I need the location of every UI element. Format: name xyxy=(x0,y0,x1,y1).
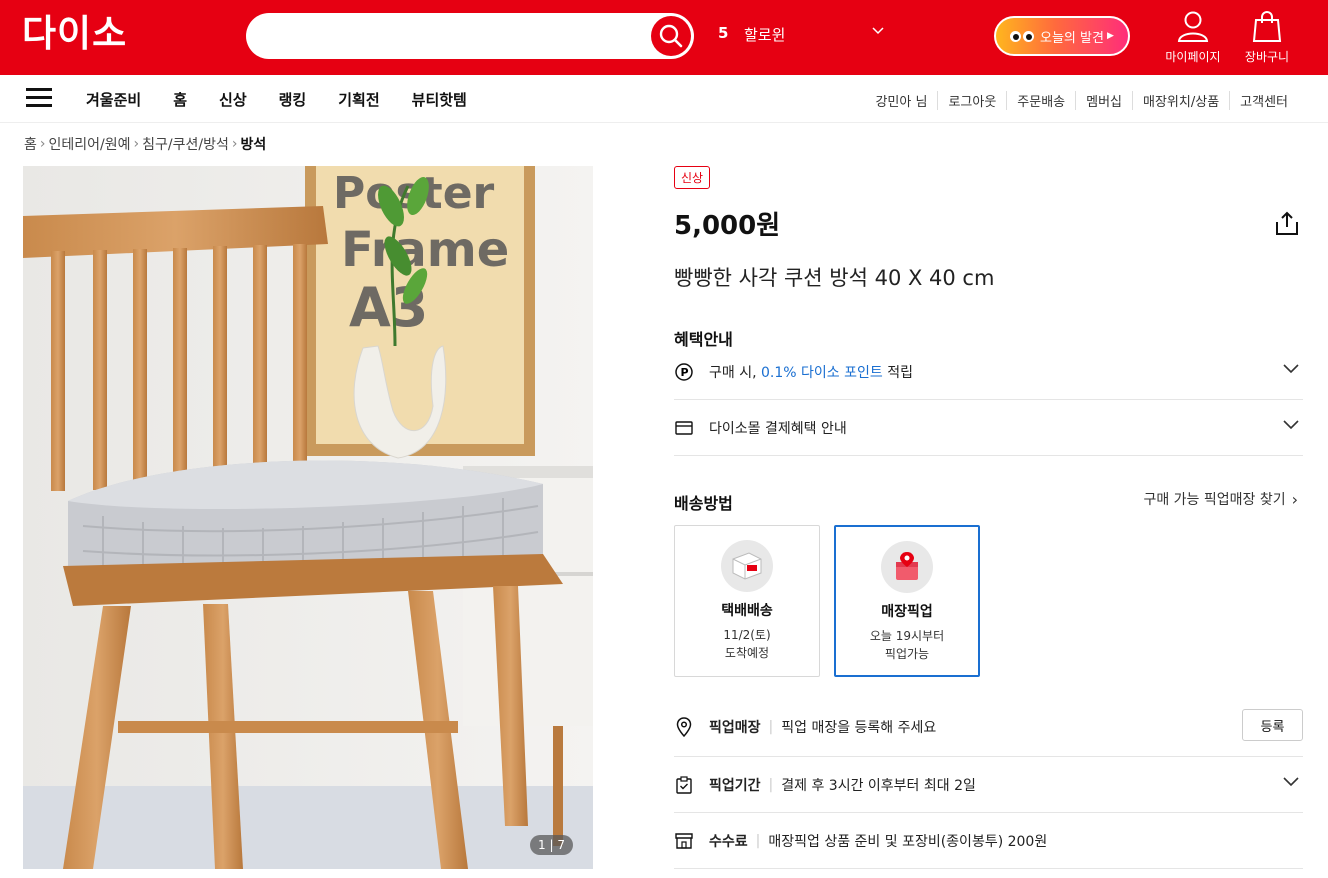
nav-item-home[interactable]: 홈 xyxy=(173,89,187,110)
image-pager: 1 | 7 xyxy=(530,835,573,855)
pickup-fee-row: 수수료 | 매장픽업 상품 준비 및 포장비(종이봉투) 200원 xyxy=(674,813,1303,869)
user-name: 강민아 님 xyxy=(875,95,928,110)
product-name: 빵빵한 사각 쿠션 방석 40 X 40 cm xyxy=(674,266,995,290)
card-icon xyxy=(674,420,694,435)
person-icon xyxy=(1177,11,1209,42)
delivery-title: 배송방법 xyxy=(674,494,733,513)
point-benefit-row[interactable]: P 구매 시, 0.1% 다이소 포인트 적립 xyxy=(674,344,1303,400)
delivery-option-store-pickup[interactable]: 매장픽업 오늘 19시부터 픽업가능 xyxy=(834,525,980,677)
search-button[interactable] xyxy=(651,16,691,56)
breadcrumb-current[interactable]: 방석 xyxy=(240,134,266,154)
breadcrumb-bedding[interactable]: 침구/쿠션/방석 xyxy=(142,134,229,154)
point-icon: P xyxy=(674,362,694,381)
pickup-fee-label: 수수료 xyxy=(709,833,748,850)
category-menu: 겨울준비 홈 신상 랭킹 기획전 뷰티핫템 xyxy=(86,89,499,110)
breadcrumb-home[interactable]: 홈 xyxy=(24,134,37,154)
pickup-time: 오늘 19시부터 xyxy=(869,629,945,643)
product-image[interactable]: Poster Frame A3 xyxy=(23,166,593,869)
point-suffix: 적립 xyxy=(882,364,913,381)
delivery-option-parcel[interactable]: 택배배송 11/2(토) 도착예정 xyxy=(674,525,820,677)
pickup-store-text: 픽업 매장을 등록해 주세요 xyxy=(781,719,937,736)
pickup-period-row[interactable]: 픽업기간 | 결제 후 3시간 이후부터 최대 2일 xyxy=(674,757,1303,813)
utility-links: 강민아 님 로그아웃 주문배송 멤버십 매장위치/상품 고객센터 xyxy=(865,91,1298,110)
chevron-down-icon xyxy=(1283,364,1299,374)
logout-link[interactable]: 로그아웃 xyxy=(937,91,1006,110)
pickup-period-text: 결제 후 3시간 이후부터 최대 2일 xyxy=(781,777,976,794)
eyes-icon xyxy=(1010,30,1034,42)
chevron-down-icon[interactable] xyxy=(872,27,884,35)
daiso-logo[interactable]: 다이소 xyxy=(22,14,127,54)
breadcrumb-interior[interactable]: 인테리어/원예 xyxy=(49,134,131,154)
chevron-right-icon: › xyxy=(1291,489,1298,509)
search-bar[interactable] xyxy=(246,13,694,59)
pickup-store-label: 픽업매장 xyxy=(709,719,761,736)
pickup-fee-text: 매장픽업 상품 준비 및 포장비(종이봉투) 200원 xyxy=(768,833,1048,850)
svg-text:P: P xyxy=(681,366,689,379)
parcel-title: 택배배송 xyxy=(721,603,773,619)
pickup-title: 매장픽업 xyxy=(881,604,933,620)
chevron-down-icon xyxy=(1283,420,1299,430)
trending-keyword[interactable]: 할로윈 xyxy=(744,24,785,45)
chevron-right-icon: › xyxy=(39,136,46,152)
parcel-box-icon xyxy=(721,540,773,592)
store-icon xyxy=(674,832,694,849)
divider: | xyxy=(768,776,774,793)
search-icon xyxy=(659,24,683,48)
store-pickup-icon xyxy=(881,541,933,593)
payment-benefit-label: 다이소몰 결제혜택 안내 xyxy=(709,420,847,437)
breadcrumb: 홈 › 인테리어/원예 › 침구/쿠션/방석 › 방석 xyxy=(24,134,266,154)
play-icon: ▶ xyxy=(1106,31,1114,41)
chevron-right-icon: › xyxy=(231,136,238,152)
point-highlight: 0.1% 다이소 포인트 xyxy=(761,364,883,381)
location-pin-icon xyxy=(674,716,694,737)
main-nav: 겨울준비 홈 신상 랭킹 기획전 뷰티핫템 강민아 님 로그아웃 주문배송 멤버… xyxy=(0,75,1328,123)
chair-cushion-illustration: Poster Frame A3 xyxy=(23,166,593,869)
clipboard-check-icon xyxy=(674,775,694,794)
discover-label: 오늘의 발견 xyxy=(1040,30,1104,46)
discover-button[interactable]: 오늘의 발견 ▶ xyxy=(994,16,1130,56)
parcel-status: 도착예정 xyxy=(724,646,770,660)
pickup-period-label: 픽업기간 xyxy=(709,777,761,794)
register-store-button[interactable]: 등록 xyxy=(1242,709,1303,741)
divider: | xyxy=(768,718,774,735)
shopping-bag-icon xyxy=(1252,11,1282,42)
orders-link[interactable]: 주문배송 xyxy=(1006,91,1075,110)
chevron-down-icon xyxy=(1283,777,1299,787)
divider: | xyxy=(755,832,761,849)
membership-link[interactable]: 멤버십 xyxy=(1075,91,1132,110)
product-price: 5,000원 xyxy=(674,211,781,241)
top-header: 다이소 5 할로윈 오늘의 발견 ▶ 마이페이지 장바구니 xyxy=(0,0,1328,75)
nav-item-ranking[interactable]: 랭킹 xyxy=(279,89,307,110)
nav-item-new[interactable]: 신상 xyxy=(219,89,247,110)
menu-icon[interactable] xyxy=(26,88,52,108)
payment-benefit-row[interactable]: 다이소몰 결제혜택 안내 xyxy=(674,400,1303,456)
pickup-store-row: 픽업매장 | 픽업 매장을 등록해 주세요 xyxy=(674,697,1303,757)
trending-rank[interactable]: 5 xyxy=(718,24,728,42)
chevron-right-icon: › xyxy=(133,136,140,152)
share-icon[interactable] xyxy=(1274,210,1300,236)
nav-item-promotion[interactable]: 기획전 xyxy=(338,89,379,110)
nav-item-winter[interactable]: 겨울준비 xyxy=(86,89,141,110)
new-badge: 신상 xyxy=(674,166,711,189)
nav-item-beauty[interactable]: 뷰티핫템 xyxy=(412,89,467,110)
parcel-date: 11/2(토) xyxy=(723,628,771,642)
find-pickup-label: 구매 가능 픽업매장 찾기 xyxy=(1143,492,1286,508)
find-pickup-store-link[interactable]: 구매 가능 픽업매장 찾기 › xyxy=(1143,489,1298,509)
pickup-status: 픽업가능 xyxy=(884,647,930,661)
mypage-link[interactable]: 마이페이지 xyxy=(1158,10,1228,65)
store-location-link[interactable]: 매장위치/상품 xyxy=(1132,91,1229,110)
mypage-label: 마이페이지 xyxy=(1165,50,1221,64)
point-prefix: 구매 시, xyxy=(709,364,761,381)
cart-label: 장바구니 xyxy=(1244,50,1290,64)
cart-link[interactable]: 장바구니 xyxy=(1232,10,1302,65)
customer-center-link[interactable]: 고객센터 xyxy=(1229,91,1298,110)
